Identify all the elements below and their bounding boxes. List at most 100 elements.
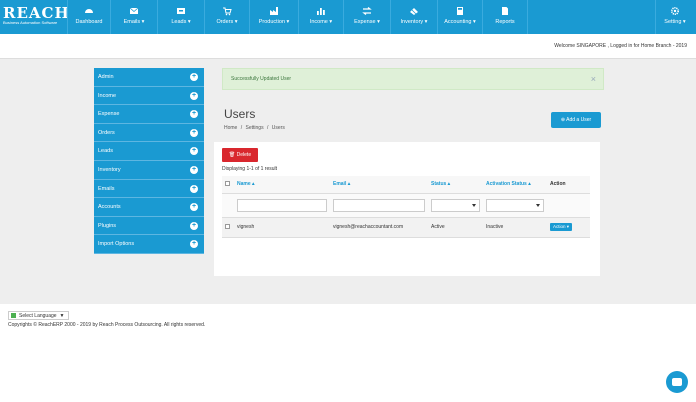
sidebar-item-label: Accounts [98, 204, 121, 211]
sidebar-item-label: Income [98, 92, 117, 99]
breadcrumb-users: Users [271, 125, 285, 131]
add-user-button[interactable]: ⊕ Add a User [551, 112, 601, 128]
breadcrumb: Home / Settings / Users [224, 125, 287, 131]
result-summary: Displaying 1-1 of 1 result [222, 166, 278, 172]
logo[interactable]: REACH Business Automation Software [3, 4, 70, 30]
row-action-button[interactable]: Action ▾ [550, 223, 573, 231]
nav-reports[interactable]: Reports [483, 0, 527, 34]
nav-inventory[interactable]: Inventory ▾ [391, 0, 437, 34]
activation-filter-select[interactable] [486, 198, 544, 212]
sidebar-item-expense[interactable]: Expense + [94, 105, 204, 124]
plus-icon: + [190, 91, 198, 100]
plus-icon: + [190, 203, 198, 212]
table-header-row: Name ▴ Email ▴ Status ▴ Activation Statu… [222, 176, 590, 194]
column-action: Action [547, 176, 590, 194]
nav-orders[interactable]: Orders ▾ [205, 0, 249, 34]
row-checkbox[interactable] [225, 224, 230, 230]
sidebar-item-inventory[interactable]: Inventory + [94, 160, 204, 180]
google-translate-icon [11, 313, 16, 319]
filter-empty-cell [222, 193, 234, 218]
name-filter-input[interactable] [237, 198, 327, 212]
gear-icon [670, 6, 680, 16]
chat-bubble-icon [672, 378, 682, 386]
cubes-icon [410, 8, 418, 15]
plus-icon: + [190, 110, 198, 119]
sidebar-item-import-options[interactable]: Import Options + [94, 235, 204, 254]
plus-icon: + [190, 184, 198, 193]
nav-dashboard[interactable]: Dashboard [68, 0, 110, 34]
sidebar: Admin + Income + Expense + Orders + Leads + I… [94, 68, 204, 254]
welcome-message: Welcome SINGAPORE , Logged in for Home B… [554, 43, 687, 49]
sidebar-item-label: Expense [98, 111, 120, 118]
arrows-icon [362, 7, 372, 15]
filter-email-cell [330, 193, 428, 218]
select-all-cell [222, 176, 234, 194]
cell-email: vignesh@reachaccountant.com [330, 217, 428, 238]
delete-label: Delete [236, 152, 252, 158]
column-activation-status[interactable]: Activation Status ▴ [483, 176, 547, 194]
trash-icon: 🗑 [228, 152, 236, 158]
add-user-label: Add a User [566, 117, 592, 123]
chat-widget-button[interactable] [666, 371, 688, 393]
sidebar-item-orders[interactable]: Orders + [94, 123, 204, 143]
select-all-checkbox[interactable] [225, 181, 230, 187]
sidebar-item-income[interactable]: Income + [94, 86, 204, 106]
copyright-text: Copyrights © ReachERP 2000 - 2019 by Rea… [8, 322, 206, 328]
nav-label: Dashboard [75, 19, 103, 25]
email-filter-input[interactable] [333, 198, 425, 212]
calculator-icon [457, 7, 463, 15]
cell-activation-status: Inactive [483, 217, 547, 238]
column-name[interactable]: Name ▴ [234, 176, 330, 194]
table-row: vignesh vignesh@reachaccountant.com Acti… [222, 217, 590, 238]
status-filter-select[interactable] [431, 198, 480, 212]
nav-label: Emails ▾ [123, 19, 145, 25]
sidebar-item-accounts[interactable]: Accounts + [94, 198, 204, 217]
sidebar-item-label: Orders [98, 129, 115, 136]
column-status[interactable]: Status ▴ [428, 176, 483, 194]
sidebar-item-admin[interactable]: Admin + [94, 68, 204, 87]
dropdown-arrow-icon: ▼ [59, 313, 65, 319]
nav-accounting[interactable]: Accounting ▾ [438, 0, 482, 34]
logo-tagline: Business Automation Software [3, 20, 58, 25]
logo-text: REACH [3, 4, 70, 22]
sidebar-item-label: Leads [98, 148, 113, 155]
envelope-icon [129, 7, 139, 14]
plus-icon: + [190, 165, 198, 174]
nav-label: Reports [495, 19, 515, 25]
inbox-icon [177, 8, 185, 14]
nav-income[interactable]: Income ▾ [299, 0, 343, 34]
nav-production[interactable]: Production ▾ [250, 0, 298, 34]
breadcrumb-settings[interactable]: Settings [246, 125, 264, 131]
nav-expense[interactable]: Expense ▾ [344, 0, 390, 34]
nav-emails[interactable]: Emails ▾ [111, 0, 157, 34]
sidebar-item-leads[interactable]: Leads + [94, 142, 204, 161]
delete-button[interactable]: 🗑 Delete [222, 148, 258, 162]
users-table: Name ▴ Email ▴ Status ▴ Activation Statu… [222, 176, 590, 238]
language-selector[interactable]: Select Language ▼ [8, 311, 69, 320]
caret-down-icon [536, 203, 540, 207]
breadcrumb-separator: / [266, 125, 269, 131]
success-alert: Successfully Updated User × [222, 68, 604, 90]
top-navbar: REACH Business Automation Software Dashb… [0, 0, 696, 34]
page-title: Users [224, 107, 256, 121]
sidebar-item-plugins[interactable]: Plugins + [94, 216, 204, 236]
column-email[interactable]: Email ▴ [330, 176, 428, 194]
document-icon [502, 7, 508, 15]
breadcrumb-home[interactable]: Home [224, 125, 237, 131]
plus-icon: + [190, 240, 198, 249]
close-icon[interactable]: × [591, 69, 596, 89]
nav-label: Accounting ▾ [444, 19, 476, 25]
dashboard-icon [85, 9, 93, 13]
nav-label: Income ▾ [309, 19, 333, 25]
nav-leads[interactable]: Leads ▾ [158, 0, 204, 34]
sidebar-item-label: Plugins [98, 222, 117, 229]
language-label: Select Language [19, 313, 57, 319]
cell-action: Action ▾ [547, 217, 590, 238]
breadcrumb-separator: / [240, 125, 243, 131]
nav-label: Setting ▾ [664, 19, 686, 25]
nav-setting[interactable]: Setting ▾ [656, 0, 694, 34]
sidebar-item-label: Emails [98, 185, 115, 192]
sidebar-item-emails[interactable]: Emails + [94, 179, 204, 199]
filter-status-cell [428, 193, 483, 218]
nav-label: Orders ▾ [216, 19, 238, 25]
